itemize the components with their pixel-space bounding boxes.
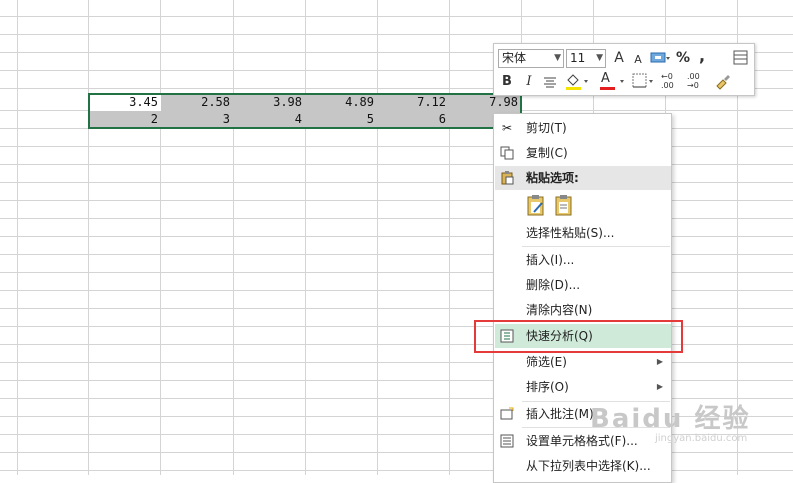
format-cells-icon: [500, 434, 514, 448]
increase-decimal-label: ←0 .00: [661, 72, 674, 90]
submenu-arrow-icon: ▶: [656, 357, 663, 366]
clipboard-icon: [555, 195, 572, 216]
align-center-icon: [544, 77, 556, 88]
menu-item-label: 复制(C): [526, 146, 568, 160]
fill-color-button[interactable]: [564, 71, 590, 90]
menu-item-copy[interactable]: 复制(C): [494, 142, 671, 164]
menu-item-label: 剪切(T): [526, 121, 567, 135]
menu-item-label: 排序(O): [526, 380, 569, 394]
format-painter-button[interactable]: [714, 72, 732, 90]
comma-style-button[interactable]: ,: [695, 47, 709, 65]
font-color-button[interactable]: A: [598, 71, 626, 90]
font-name-value: 宋体: [502, 51, 527, 65]
font-color-label: A: [601, 71, 610, 86]
increase-decimal-button[interactable]: ←0 .00: [661, 72, 685, 90]
decrease-decimal-label: .00 →0: [687, 72, 700, 90]
menu-item-paste-special[interactable]: 选择性粘贴(S)...: [494, 222, 671, 244]
menu-item-clear-contents[interactable]: 清除内容(N): [494, 299, 671, 321]
menu-item-label: 选择性粘贴(S)...: [526, 226, 615, 240]
paint-bucket-icon: [566, 74, 588, 90]
menu-item-pick-from-list[interactable]: 从下拉列表中选择(K)...: [494, 455, 671, 477]
menu-item-filter[interactable]: 筛选(E) ▶: [494, 351, 671, 373]
shrink-font-button[interactable]: A: [632, 51, 644, 69]
borders-icon: [632, 73, 653, 88]
menu-item-label: 插入批注(M): [526, 407, 594, 421]
watermark-url: jingyan.baidu.com: [655, 433, 748, 444]
paste-values-button[interactable]: [554, 194, 576, 218]
submenu-arrow-icon: ▶: [656, 382, 663, 391]
grow-font-button[interactable]: A: [612, 49, 626, 67]
menu-item-label: 从下拉列表中选择(K)...: [526, 459, 651, 473]
font-size-combo[interactable]: 11 ▼: [566, 49, 606, 68]
accounting-format-button[interactable]: [649, 49, 671, 67]
align-center-button[interactable]: [542, 73, 558, 91]
chevron-down-icon: ▼: [596, 53, 603, 63]
decrease-decimal-button[interactable]: .00 →0: [687, 72, 711, 90]
copy-icon: [500, 146, 514, 160]
menu-item-label: 清除内容(N): [526, 303, 593, 317]
selection-border: [88, 93, 522, 129]
menu-item-sort[interactable]: 排序(O) ▶: [494, 376, 671, 398]
paintbrush-icon: [716, 75, 730, 90]
font-name-combo[interactable]: 宋体 ▼: [498, 49, 564, 68]
table-format-icon: [733, 50, 748, 65]
menu-header-paste-options: 粘贴选项:: [494, 167, 671, 189]
menu-item-cut[interactable]: ✂ 剪切(T): [494, 117, 671, 139]
format-painter-table-button[interactable]: [732, 49, 750, 67]
menu-item-label: 粘贴选项:: [526, 171, 579, 185]
chevron-down-icon: ▼: [554, 53, 561, 63]
menu-item-insert[interactable]: 插入(I)...: [494, 249, 671, 271]
italic-button[interactable]: I: [522, 73, 536, 91]
menu-item-label: 筛选(E): [526, 355, 567, 369]
menu-item-delete[interactable]: 删除(D)...: [494, 274, 671, 296]
percent-style-button[interactable]: %: [675, 49, 691, 67]
menu-item-label: 插入(I)...: [526, 253, 575, 267]
mini-toolbar: 宋体 ▼ 11 ▼ A A % , B I A ←0 .00 .00 →0: [493, 43, 755, 96]
borders-button[interactable]: [631, 71, 655, 89]
paste-icon-button[interactable]: [526, 194, 548, 218]
clipboard-icon: [500, 171, 514, 185]
annotation-highlight-box: [474, 320, 683, 353]
font-size-value: 11: [570, 51, 586, 65]
accounting-format-icon: [650, 52, 670, 63]
bold-button[interactable]: B: [500, 73, 514, 91]
menu-item-label: 删除(D)...: [526, 278, 581, 292]
menu-divider: [522, 246, 670, 247]
watermark-logo: Baidu 经验: [590, 404, 751, 434]
comment-icon: [500, 407, 514, 421]
scissors-icon: ✂: [501, 121, 513, 135]
paste-formatting-icon: [527, 195, 544, 216]
